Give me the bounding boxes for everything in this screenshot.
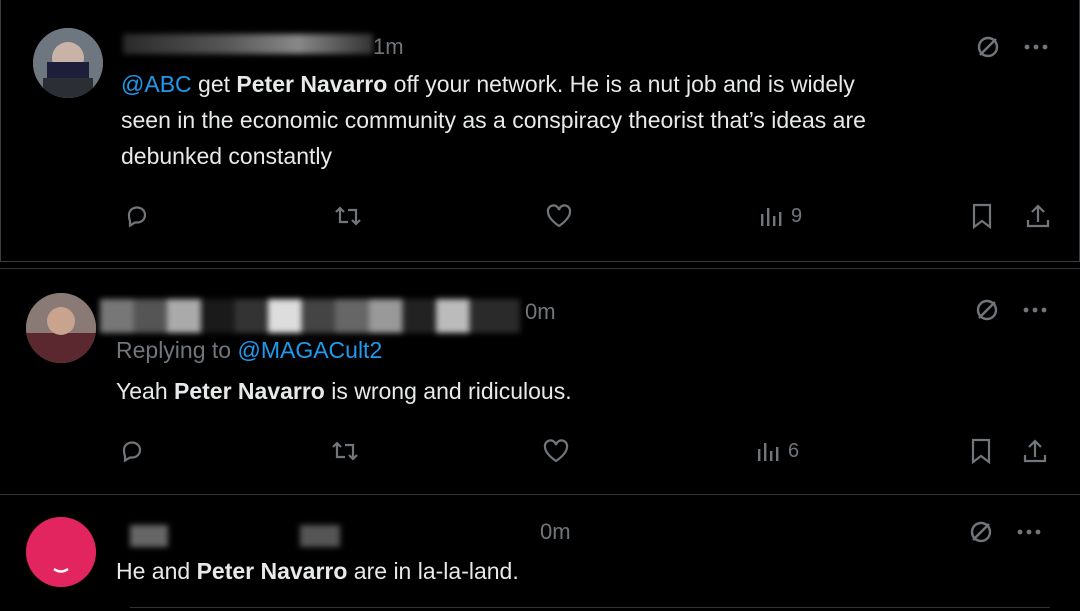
- tweet-text: He and Peter Navarro are in la-la-land.: [116, 558, 519, 584]
- mention-link[interactable]: @ABC: [121, 71, 192, 97]
- tweet-1[interactable]: 1m @ABC get Peter Navarro off your netwo…: [0, 0, 1080, 262]
- retweet-icon[interactable]: [328, 435, 362, 467]
- avatar[interactable]: [26, 293, 96, 363]
- reply-icon[interactable]: [121, 200, 153, 232]
- bold-name: Peter Navarro: [196, 558, 348, 584]
- share-icon[interactable]: [1020, 435, 1050, 467]
- avatar-image: [26, 293, 96, 363]
- tweet-time: 0m: [525, 299, 556, 324]
- grok-icon[interactable]: [972, 295, 1002, 325]
- views-count: 9: [791, 204, 803, 227]
- tweet-text: Yeah Peter Navarro is wrong and ridiculo…: [116, 378, 572, 404]
- username-redacted: [130, 525, 168, 547]
- avatar-image: [26, 517, 96, 587]
- grok-icon[interactable]: [966, 517, 996, 547]
- bold-name: Peter Navarro: [174, 378, 325, 404]
- bookmark-icon[interactable]: [967, 200, 997, 232]
- tweet-text: @ABC get Peter Navarro off your network.…: [121, 71, 866, 169]
- reply-handle-link[interactable]: @MAGACult2: [237, 337, 382, 363]
- replying-to: Replying to @MAGACult2: [116, 337, 383, 363]
- views-button[interactable]: 9: [759, 200, 802, 232]
- bookmark-icon[interactable]: [966, 435, 996, 467]
- views-count: 6: [788, 439, 800, 462]
- like-icon[interactable]: [543, 200, 575, 232]
- reply-icon[interactable]: [116, 435, 148, 467]
- share-icon[interactable]: [1023, 200, 1053, 232]
- more-icon[interactable]: [1014, 517, 1044, 547]
- username-redacted: [100, 299, 520, 333]
- views-button[interactable]: 6: [756, 435, 799, 467]
- more-icon[interactable]: [1020, 295, 1050, 325]
- like-icon[interactable]: [540, 435, 572, 467]
- more-icon[interactable]: [1021, 32, 1051, 62]
- divider: [130, 607, 1050, 608]
- tweet-3[interactable]: 0m He and Peter Navarro are in la-la-lan…: [0, 494, 1080, 611]
- retweet-icon[interactable]: [331, 200, 365, 232]
- bold-name: Peter Navarro: [236, 71, 388, 97]
- avatar[interactable]: [33, 28, 103, 98]
- views-icon: [761, 208, 782, 226]
- tweet-time: 0m: [540, 519, 571, 544]
- avatar-image: [33, 28, 103, 98]
- tweet-time: 1m: [373, 34, 404, 59]
- views-icon: [758, 443, 779, 461]
- handle-redacted: [300, 525, 340, 547]
- grok-icon[interactable]: [973, 32, 1003, 62]
- username-redacted: [123, 34, 373, 54]
- avatar[interactable]: [26, 517, 96, 587]
- tweet-2[interactable]: 0m Replying to @MAGACult2 Yeah Peter Nav…: [0, 268, 1080, 490]
